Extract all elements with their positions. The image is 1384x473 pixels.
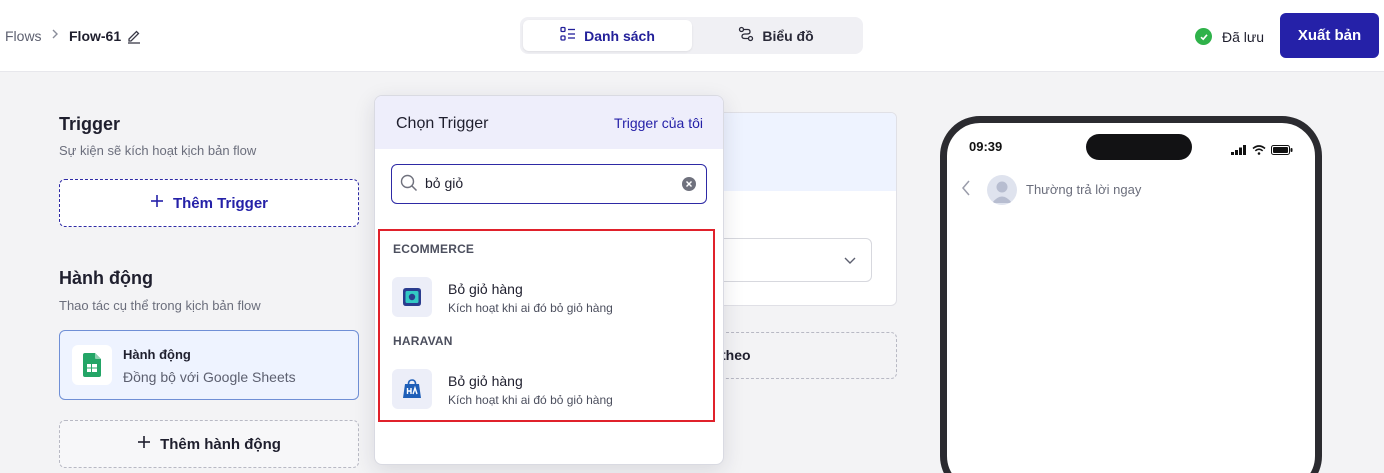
action-card-title: Hành động [123,347,191,362]
flow-diagram-icon [738,26,754,45]
trigger-search-input[interactable] [425,175,665,191]
haravan-logo-icon [392,369,432,409]
plus-icon [137,435,151,453]
add-action-label: Thêm hành động [160,435,281,453]
signal-icon [1231,142,1247,160]
result-title: Bỏ giỏ hàng [448,373,523,389]
save-status: Đã lưu [1222,29,1265,45]
trigger-search-box [391,164,707,204]
tab-list-label: Danh sách [584,27,655,44]
breadcrumb-flows-link[interactable]: Flows [5,28,42,44]
result-item-haravan-abandoned-cart[interactable]: Bỏ giỏ hàng Kích hoạt khi ai đó bỏ giỏ h… [380,360,713,420]
phone-preview: 09:39 Thường trả lời ngay [940,116,1322,473]
publish-button[interactable]: Xuất bản [1280,13,1379,58]
view-switcher: Danh sách Biểu đồ [520,17,863,54]
action-section-title: Hành động [59,268,153,288]
add-next-step-partial-label: theo [721,347,751,363]
action-card-google-sheets[interactable]: Hành động Đồng bộ với Google Sheets [59,330,359,400]
my-triggers-link[interactable]: Trigger của tôi [614,115,703,131]
breadcrumb-chevron-icon [50,27,60,44]
add-trigger-button[interactable]: Thêm Trigger [59,179,359,227]
result-subtitle: Kích hoạt khi ai đó bỏ giỏ hàng [448,301,613,315]
result-title: Bỏ giỏ hàng [448,281,523,297]
plus-icon [150,194,164,212]
chevron-down-icon [843,253,857,272]
group-label-haravan: HARAVAN [393,334,453,348]
top-bar: Flows Flow-61 Danh sách Biểu đồ Đã lưu X… [0,0,1384,72]
clear-search-icon[interactable] [682,177,696,191]
phone-status-icons [1231,142,1293,160]
phone-notch [1086,134,1192,160]
action-card-subtitle: Đồng bộ với Google Sheets [123,369,296,385]
list-icon [560,26,576,45]
result-item-ecommerce-abandoned-cart[interactable]: Bỏ giỏ hàng Kích hoạt khi ai đó bỏ giỏ h… [380,268,713,328]
add-trigger-label: Thêm Trigger [172,194,269,212]
add-action-button[interactable]: Thêm hành động [59,420,359,468]
check-circle-icon [1195,28,1212,45]
trigger-section-subtitle: Sự kiện sẽ kích hoạt kịch bản flow [59,143,257,158]
add-next-step-button[interactable]: theo [700,332,897,379]
tab-list-view[interactable]: Danh sách [523,20,692,51]
popover-header: Chọn Trigger Trigger của tôi [375,96,723,149]
tab-diagram-label: Biểu đồ [762,27,814,44]
phone-clock: 09:39 [969,139,1003,154]
result-subtitle: Kích hoạt khi ai đó bỏ giỏ hàng [448,393,613,407]
battery-icon [1271,142,1293,160]
action-section-subtitle: Thao tác cụ thể trong kịch bản flow [59,298,261,313]
tab-diagram-view[interactable]: Biểu đồ [692,20,860,51]
ecommerce-logo-icon [392,277,432,317]
group-label-ecommerce: ECOMMERCE [393,242,475,256]
google-sheets-icon [72,345,112,385]
back-chevron-icon[interactable] [961,179,971,202]
avatar [987,175,1017,205]
wifi-icon [1252,142,1266,160]
search-icon [400,174,418,197]
choose-trigger-popover: Chọn Trigger Trigger của tôi ECOMMERCE B… [374,95,724,465]
trigger-section-title: Trigger [59,114,121,134]
pencil-edit-icon[interactable] [127,28,141,44]
popover-title: Chọn Trigger [396,115,489,132]
breadcrumb-current-flow: Flow-61 [69,28,122,44]
trigger-config-card-header [701,113,896,191]
search-results-list: ECOMMERCE Bỏ giỏ hàng Kích hoạt khi ai đ… [378,229,715,422]
chat-reply-status: Thường trả lời ngay [1026,182,1142,197]
